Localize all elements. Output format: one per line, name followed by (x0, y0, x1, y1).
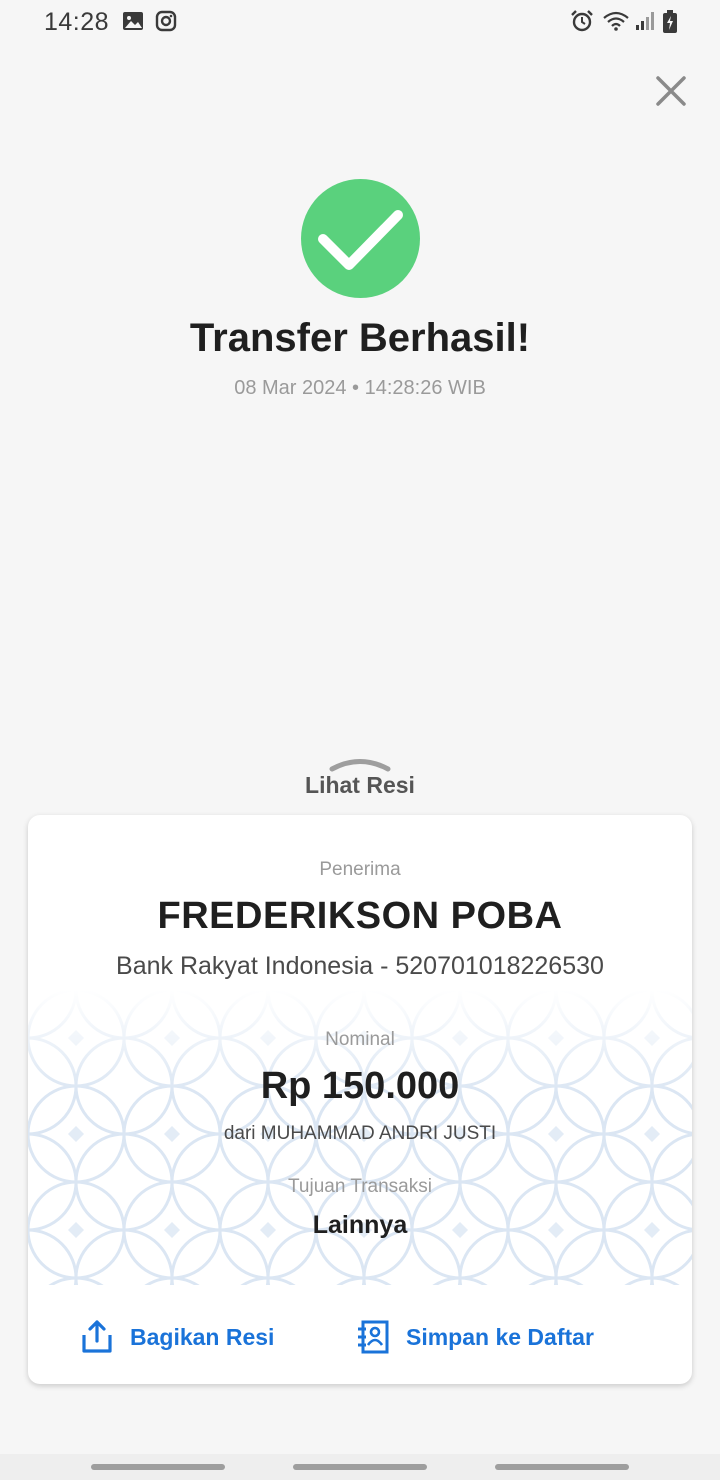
close-button[interactable] (652, 72, 690, 110)
recipient-label: Penerima (319, 859, 401, 880)
save-to-list-label: Simpan ke Daftar (406, 1323, 594, 1350)
share-icon (82, 1320, 112, 1353)
recipient-bank-account: Bank Rakyat Indonesia - 520701018226530 (116, 952, 604, 980)
nav-home-button[interactable] (293, 1464, 427, 1470)
check-circle-icon (301, 179, 420, 298)
recipient-name: FREDERIKSON POBA (157, 895, 563, 937)
signal-icon (634, 10, 656, 37)
success-title: Transfer Berhasil! (189, 316, 531, 360)
view-receipt-toggle[interactable]: Lihat Resi (0, 772, 720, 799)
sender-name: dari MUHAMMAD ANDRI JUSTI (223, 1123, 497, 1144)
instagram-icon (155, 10, 177, 37)
transaction-datetime: 08 Mar 2024 • 14:28:26 WIB (234, 377, 486, 399)
receipt-card: Penerima FREDERIKSON POBA Bank Rakyat In… (28, 815, 692, 1384)
transaction-purpose: Lainnya (312, 1211, 408, 1239)
battery-charging-icon (662, 10, 678, 39)
share-receipt-button[interactable]: Bagikan Resi (80, 1315, 274, 1359)
wifi-icon (602, 10, 630, 37)
contact-book-icon (358, 1320, 389, 1354)
navigation-bar (0, 1454, 720, 1480)
amount-label: Nominal (325, 1029, 395, 1050)
share-receipt-label: Bagikan Resi (130, 1323, 275, 1350)
gallery-icon (122, 10, 144, 37)
status-bar: 14:28 (0, 0, 720, 44)
chevron-up-icon[interactable] (329, 754, 391, 772)
alarm-icon (570, 10, 594, 37)
transfer-amount: Rp 150.000 (260, 1065, 460, 1107)
close-icon (656, 76, 686, 106)
nav-recents-button[interactable] (91, 1464, 225, 1470)
nav-back-button[interactable] (495, 1464, 629, 1470)
purpose-label: Tujuan Transaksi (288, 1176, 432, 1197)
status-time: 14:28 (44, 8, 110, 36)
save-to-list-button[interactable]: Simpan ke Daftar (356, 1315, 594, 1359)
